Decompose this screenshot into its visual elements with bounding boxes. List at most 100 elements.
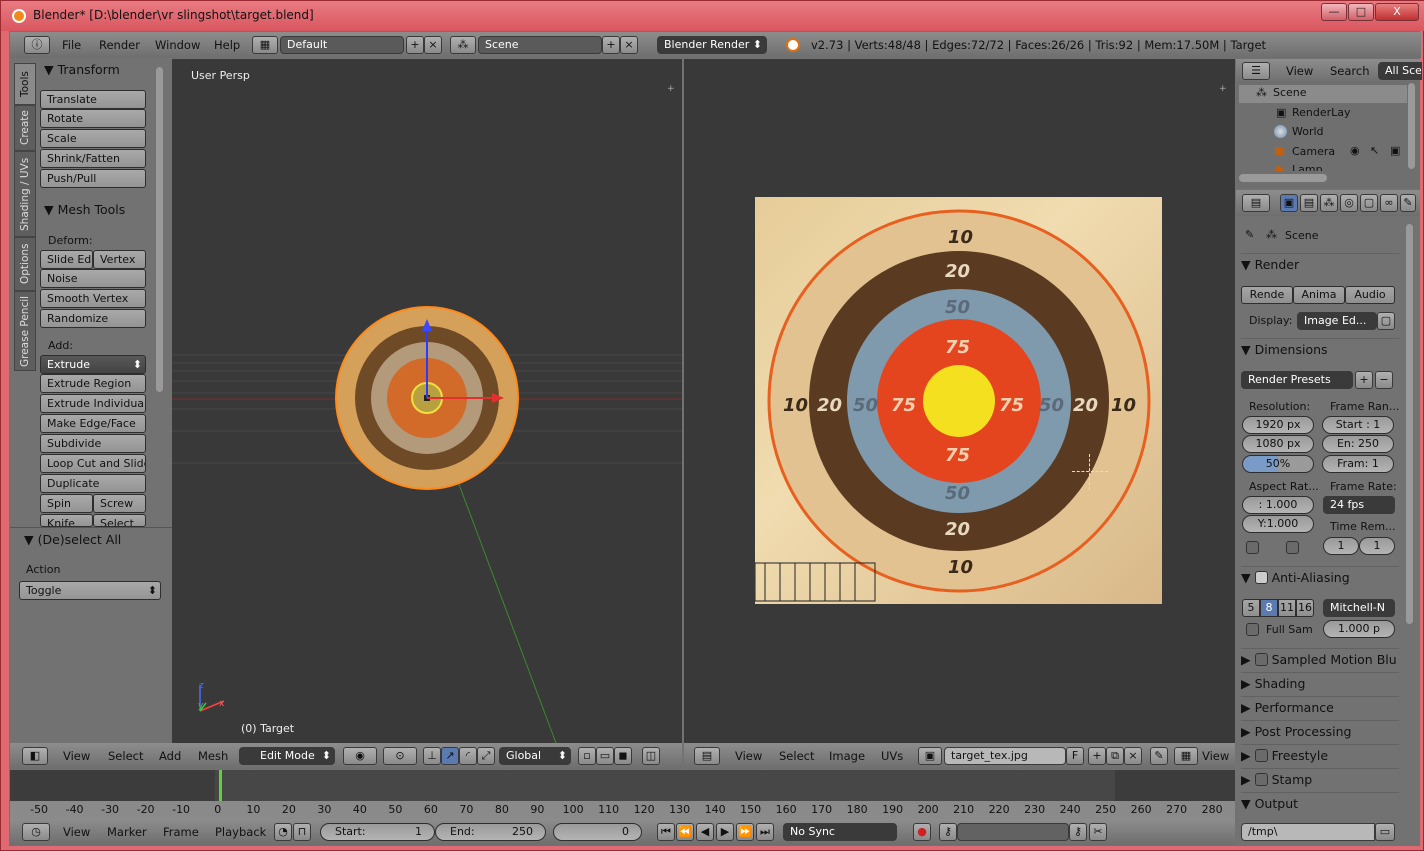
- info-editor-icon[interactable]: ⓘ: [24, 36, 50, 54]
- constraints-tab-icon[interactable]: ∞: [1380, 194, 1398, 212]
- loop-cut-button[interactable]: Loop Cut and Slide: [40, 454, 146, 473]
- close-button[interactable]: X: [1375, 3, 1419, 21]
- jump-keyframe-forward-icon[interactable]: ⏩: [736, 823, 754, 841]
- editor-type-image-icon[interactable]: ▤: [694, 747, 720, 765]
- outliner-v-scrollbar[interactable]: [1408, 83, 1415, 169]
- fps-select[interactable]: 24 fps: [1323, 496, 1395, 514]
- menu-add-3d[interactable]: Add: [159, 749, 181, 763]
- remove-layout-icon[interactable]: ×: [424, 36, 442, 54]
- scene-tab-icon[interactable]: ⁂: [1320, 194, 1338, 212]
- vertex-slide-button[interactable]: Vertex: [93, 250, 146, 269]
- shrink-fatten-button[interactable]: Shrink/Fatten: [40, 149, 146, 168]
- edge-select-icon[interactable]: ▭: [596, 747, 614, 765]
- sync-mode-select[interactable]: No Sync: [783, 823, 897, 841]
- menu-marker[interactable]: Marker: [107, 825, 147, 839]
- occlude-icon[interactable]: ◫: [642, 747, 660, 765]
- outliner-item-camera[interactable]: Camera: [1292, 145, 1335, 158]
- pivot-icon[interactable]: ⊙: [383, 747, 417, 765]
- maximize-button[interactable]: □: [1348, 3, 1374, 21]
- shading-icon[interactable]: ◉: [343, 747, 377, 765]
- face-select-icon[interactable]: ◼: [614, 747, 632, 765]
- add-layout-icon[interactable]: +: [406, 36, 424, 54]
- add-scene-icon[interactable]: +: [602, 36, 620, 54]
- aa-filter-select[interactable]: Mitchell-N: [1323, 599, 1395, 617]
- remove-scene-icon[interactable]: ×: [620, 36, 638, 54]
- insert-keyframe-icon[interactable]: ⚷: [1069, 823, 1087, 841]
- scale-button[interactable]: Scale: [40, 129, 146, 148]
- translate-manipulator-icon[interactable]: ↗: [441, 747, 459, 765]
- output-folder-icon[interactable]: ▭: [1375, 823, 1395, 841]
- push-pull-button[interactable]: Push/Pull: [40, 169, 146, 188]
- resolution-y-field[interactable]: 1080 px: [1242, 435, 1314, 453]
- slide-edge-button[interactable]: Slide Ed: [40, 250, 93, 269]
- layout-icon[interactable]: ▦: [252, 36, 278, 54]
- outliner-item-scene[interactable]: Scene: [1273, 86, 1307, 99]
- menu-select-3d[interactable]: Select: [108, 749, 143, 763]
- filter-size-field[interactable]: 1.000 p: [1323, 620, 1395, 638]
- jump-keyframe-back-icon[interactable]: ⏪: [676, 823, 694, 841]
- outliner-item-lamp[interactable]: Lamp: [1292, 163, 1323, 171]
- full-sample-checkbox[interactable]: [1246, 623, 1259, 636]
- extrude-menu[interactable]: Extrude ⬍: [40, 355, 146, 374]
- lock-icon[interactable]: ⊓: [293, 823, 311, 841]
- operator-panel-header[interactable]: ▼ (De)select All: [24, 532, 121, 547]
- properties-scrollbar[interactable]: [1406, 224, 1413, 624]
- view-mode-label[interactable]: View: [1202, 749, 1229, 763]
- outliner-h-scrollbar[interactable]: [1239, 174, 1327, 182]
- editor-type-outliner-icon[interactable]: ☰: [1242, 62, 1270, 80]
- output-path-field[interactable]: /tmp\: [1241, 823, 1375, 841]
- editor-type-3d-icon[interactable]: ◧: [22, 747, 48, 765]
- tab-tools[interactable]: Tools: [14, 63, 36, 105]
- select-button[interactable]: Select: [93, 514, 146, 527]
- delete-keyframe-icon[interactable]: ✂: [1089, 823, 1107, 841]
- shading-section[interactable]: ▶ Shading: [1241, 672, 1399, 694]
- vertex-select-icon[interactable]: ▫: [578, 747, 596, 765]
- rotate-manipulator-icon[interactable]: ◜: [459, 747, 477, 765]
- renderability-camera-icon[interactable]: ▣: [1390, 144, 1400, 157]
- menu-file[interactable]: File: [62, 38, 81, 52]
- menu-render[interactable]: Render: [99, 38, 140, 52]
- output-section-header[interactable]: ▼ Output: [1241, 792, 1399, 814]
- smooth-vertex-button[interactable]: Smooth Vertex: [40, 289, 146, 308]
- time-remap-new-field[interactable]: 1: [1359, 537, 1395, 555]
- menu-search-outliner[interactable]: Search: [1330, 64, 1370, 78]
- display-toggle-icon[interactable]: ▢: [1377, 312, 1395, 330]
- menu-select-image[interactable]: Select: [779, 749, 814, 763]
- jump-start-icon[interactable]: ⏮: [657, 823, 675, 841]
- orientation-select[interactable]: Global ⬍: [499, 747, 571, 765]
- current-frame-marker[interactable]: [219, 770, 222, 801]
- aa-samples-16[interactable]: 16: [1296, 599, 1314, 617]
- randomize-button[interactable]: Randomize: [40, 309, 146, 328]
- scene-select[interactable]: Scene: [478, 36, 602, 54]
- render-section-header[interactable]: ▼ Render: [1241, 253, 1399, 275]
- screw-button[interactable]: Screw: [93, 494, 146, 513]
- current-frame-field[interactable]: 0: [553, 823, 642, 841]
- aspect-x-field[interactable]: : 1.000: [1242, 496, 1314, 514]
- aa-samples-11[interactable]: 11: [1278, 599, 1296, 617]
- anti-aliasing-section-header[interactable]: ▼ Anti-Aliasing: [1241, 566, 1399, 588]
- render-tab-icon[interactable]: ▣: [1280, 194, 1298, 212]
- jump-end-icon[interactable]: ⏭: [756, 823, 774, 841]
- menu-view-3d[interactable]: View: [63, 749, 90, 763]
- border-checkbox[interactable]: [1246, 541, 1259, 554]
- menu-view-timeline[interactable]: View: [63, 825, 90, 839]
- time-remap-old-field[interactable]: 1: [1323, 537, 1359, 555]
- target-object-3d[interactable]: [334, 305, 520, 491]
- image-name-field[interactable]: target_tex.jpg: [944, 747, 1066, 765]
- resolution-x-field[interactable]: 1920 px: [1242, 416, 1314, 434]
- mesh-tools-panel-header[interactable]: ▼ Mesh Tools: [44, 202, 125, 217]
- outliner-filter-select[interactable]: All Sce: [1378, 62, 1422, 80]
- record-icon[interactable]: ●: [913, 823, 931, 841]
- keying-set-icon[interactable]: ⚷: [939, 823, 957, 841]
- tool-shelf-scrollbar[interactable]: [156, 67, 163, 392]
- tab-grease-pencil[interactable]: Grease Pencil: [14, 291, 36, 371]
- menu-frame[interactable]: Frame: [163, 825, 199, 839]
- unlink-image-icon[interactable]: ×: [1124, 747, 1142, 765]
- extrude-region-button[interactable]: Extrude Region: [40, 374, 146, 393]
- scene-icon[interactable]: ⁂: [450, 36, 476, 54]
- subdivide-button[interactable]: Subdivide: [40, 434, 146, 453]
- translate-button[interactable]: Translate: [40, 90, 146, 109]
- render-presets-select[interactable]: Render Presets: [1241, 371, 1353, 389]
- rotate-button[interactable]: Rotate: [40, 109, 146, 128]
- dimensions-section-header[interactable]: ▼ Dimensions: [1241, 338, 1399, 360]
